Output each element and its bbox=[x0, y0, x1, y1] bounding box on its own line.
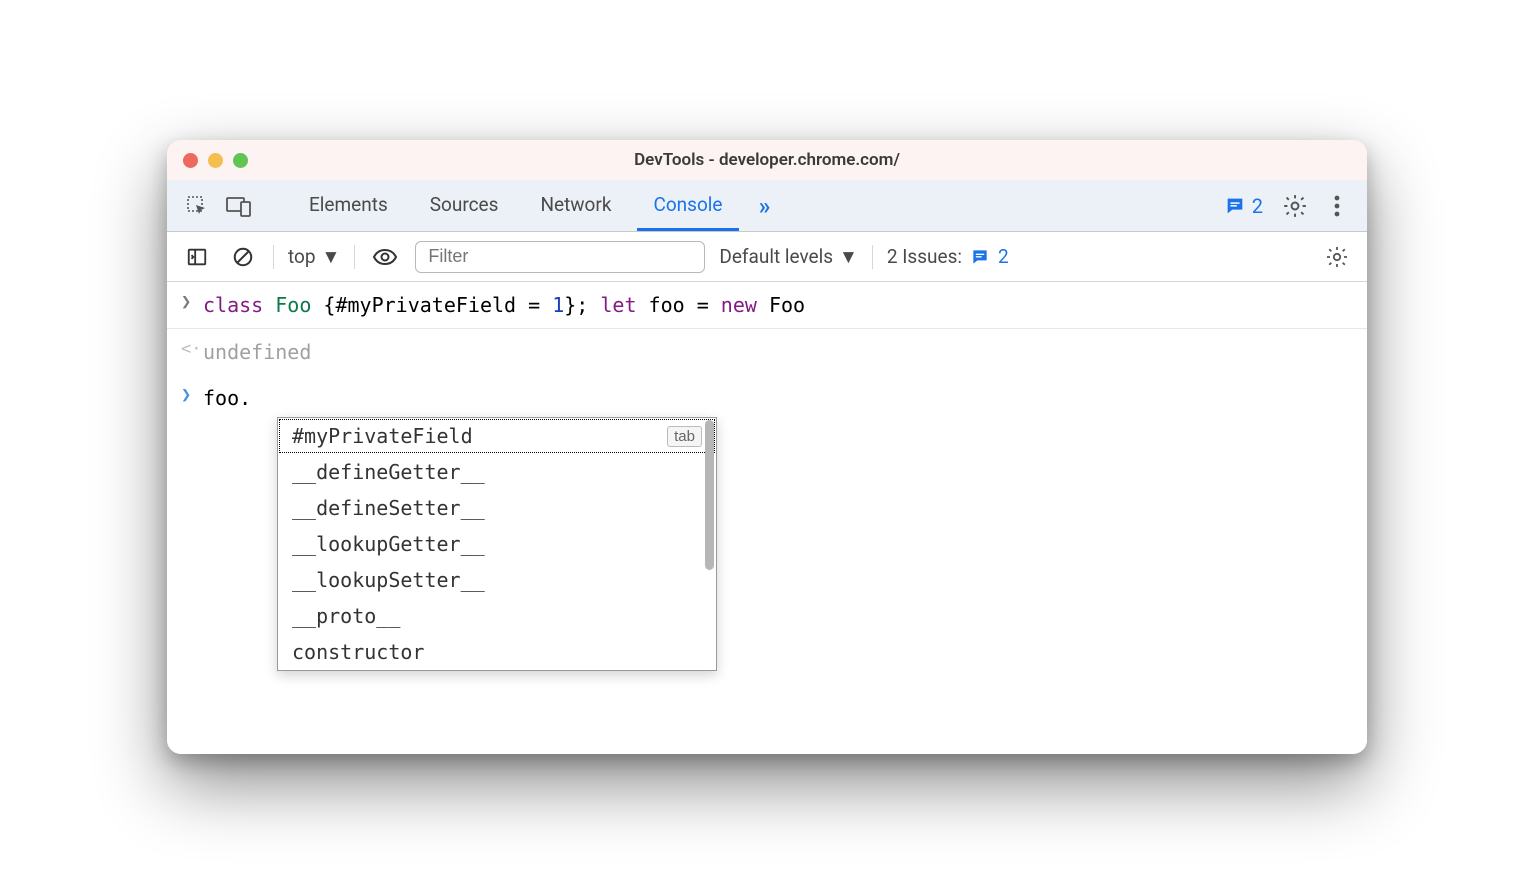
sidebar-toggle-icon[interactable] bbox=[181, 241, 213, 273]
chevron-down-icon: ▼ bbox=[839, 245, 858, 269]
devtools-window: DevTools - developer.chrome.com/ Element… bbox=[167, 140, 1367, 754]
levels-label: Default levels bbox=[719, 245, 833, 268]
autocomplete-item[interactable]: #myPrivateField tab bbox=[278, 418, 716, 454]
divider bbox=[273, 245, 274, 269]
divider bbox=[872, 245, 873, 269]
titlebar: DevTools - developer.chrome.com/ bbox=[167, 140, 1367, 180]
console-prompt[interactable]: ❯ foo. bbox=[167, 375, 1367, 421]
issues-label: 2 Issues: bbox=[887, 245, 962, 268]
console-result: <· undefined bbox=[167, 329, 1367, 375]
close-window-button[interactable] bbox=[183, 153, 198, 168]
messages-badge[interactable]: 2 bbox=[1218, 194, 1269, 218]
console-input-echo: ❯ class Foo {#myPrivateField = 1}; let f… bbox=[167, 282, 1367, 329]
clear-console-icon[interactable] bbox=[227, 241, 259, 273]
panel-tabbar: Elements Sources Network Console » 2 bbox=[167, 180, 1367, 232]
autocomplete-popup: #myPrivateField tab __defineGetter__ __defi… bbox=[277, 417, 717, 671]
prompt-text: foo. bbox=[203, 386, 251, 410]
tab-network[interactable]: Network bbox=[524, 180, 627, 231]
autocomplete-item-label: __proto__ bbox=[292, 604, 400, 628]
autocomplete-item[interactable]: __defineSetter__ bbox=[278, 490, 716, 526]
autocomplete-item[interactable]: __proto__ bbox=[278, 598, 716, 634]
autocomplete-item[interactable]: __defineGetter__ bbox=[278, 454, 716, 490]
autocomplete-item[interactable]: constructor bbox=[278, 634, 716, 670]
issues-count: 2 bbox=[998, 245, 1009, 268]
more-tabs-icon[interactable]: » bbox=[749, 190, 781, 222]
console-settings-icon[interactable] bbox=[1321, 241, 1353, 273]
autocomplete-item-label: constructor bbox=[292, 640, 424, 664]
traffic-lights bbox=[183, 153, 248, 168]
context-select[interactable]: top ▼ bbox=[288, 245, 340, 269]
autocomplete-item-label: #myPrivateField bbox=[292, 424, 473, 448]
prompt-marker-icon: ❯ bbox=[181, 383, 191, 409]
tab-console[interactable]: Console bbox=[637, 180, 738, 231]
inspect-icon[interactable] bbox=[181, 190, 213, 222]
issues-indicator[interactable]: 2 Issues: 2 bbox=[887, 245, 1009, 268]
kebab-menu-icon[interactable] bbox=[1321, 190, 1353, 222]
autocomplete-item[interactable]: __lookupGetter__ bbox=[278, 526, 716, 562]
autocomplete-item-label: __lookupGetter__ bbox=[292, 532, 485, 556]
chevron-down-icon: ▼ bbox=[322, 245, 341, 269]
code-line: class Foo {#myPrivateField = 1}; let foo… bbox=[203, 293, 805, 317]
window-title: DevTools - developer.chrome.com/ bbox=[167, 150, 1367, 170]
autocomplete-item[interactable]: __lookupSetter__ bbox=[278, 562, 716, 598]
output-marker-icon: <· bbox=[181, 337, 201, 363]
messages-count: 2 bbox=[1252, 194, 1263, 218]
autocomplete-item-label: __defineGetter__ bbox=[292, 460, 485, 484]
filter-input[interactable] bbox=[415, 241, 705, 273]
console-body: ❯ class Foo {#myPrivateField = 1}; let f… bbox=[167, 282, 1367, 754]
context-value: top bbox=[288, 245, 316, 268]
scrollbar-thumb[interactable] bbox=[705, 420, 714, 570]
settings-icon[interactable] bbox=[1279, 190, 1311, 222]
console-toolbar: top ▼ Default levels ▼ 2 Issues: 2 bbox=[167, 232, 1367, 282]
result-value: undefined bbox=[203, 340, 311, 364]
input-marker-icon: ❯ bbox=[181, 290, 191, 316]
tab-elements[interactable]: Elements bbox=[293, 180, 404, 231]
tab-sources[interactable]: Sources bbox=[414, 180, 515, 231]
maximize-window-button[interactable] bbox=[233, 153, 248, 168]
levels-select[interactable]: Default levels ▼ bbox=[719, 245, 857, 269]
autocomplete-item-label: __lookupSetter__ bbox=[292, 568, 485, 592]
minimize-window-button[interactable] bbox=[208, 153, 223, 168]
divider bbox=[354, 245, 355, 269]
autocomplete-item-label: __defineSetter__ bbox=[292, 496, 485, 520]
device-toolbar-icon[interactable] bbox=[223, 190, 255, 222]
live-expression-icon[interactable] bbox=[369, 241, 401, 273]
tab-hint: tab bbox=[667, 426, 702, 447]
issues-icon bbox=[970, 247, 990, 267]
